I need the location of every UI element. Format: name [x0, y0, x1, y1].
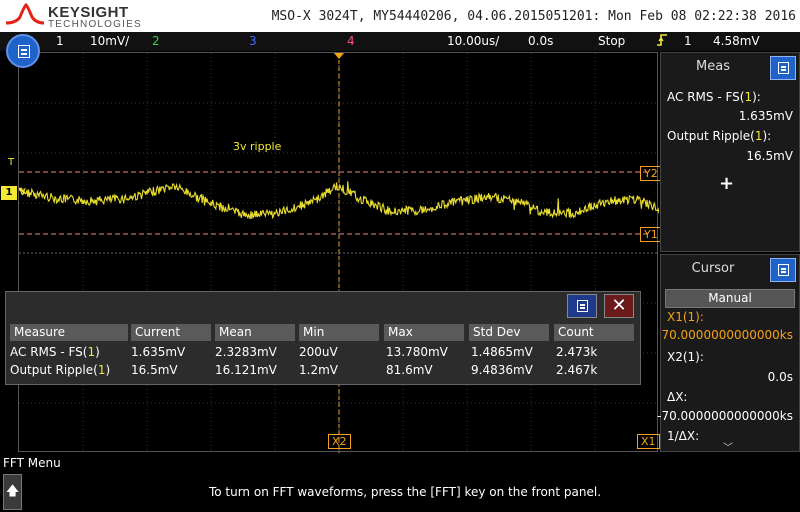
cursor-x2-label[interactable]: X2(1): [667, 350, 704, 364]
row-2-mean: 16.121mV [215, 363, 277, 377]
row-2-max: 81.6mV [386, 363, 433, 377]
waveform-plot[interactable] [19, 53, 659, 453]
channel-1-scale[interactable]: 10mV/ [90, 34, 129, 48]
cursor-delta-x-value: -70.0000000000000ks [657, 409, 793, 423]
meas-item-2-value: 16.5mV [746, 149, 793, 163]
meas-item-1-label[interactable]: AC RMS - FS(1): [667, 90, 761, 104]
fft-menu-title: FFT Menu [3, 456, 61, 470]
waveform-display[interactable] [18, 52, 659, 453]
cursor-x2-value: 0.0s [767, 370, 793, 384]
row-2-stddev: 9.4836mV [471, 363, 533, 377]
row-1-measure: AC RMS - FS(1) [10, 345, 100, 359]
add-measurement-button[interactable]: + [719, 173, 734, 194]
cursor-x1-marker[interactable]: X1 [637, 434, 660, 449]
cursor-y2-marker[interactable]: Y2 [640, 166, 662, 181]
trigger-level-marker[interactable]: T [8, 157, 14, 168]
title-bar: KEYSIGHT TECHNOLOGIES MSO-X 3024T, MY544… [0, 0, 800, 32]
cursor-delta-x-label: ΔX: [667, 390, 688, 404]
menu-icon [18, 45, 30, 58]
waveform-annotation[interactable]: 3v ripple [233, 140, 281, 153]
col-header-measure: Measure [10, 324, 128, 341]
meas-panel-menu-button[interactable] [770, 56, 796, 80]
trigger-source[interactable]: 1 [684, 34, 692, 48]
channel-2-number[interactable]: 2 [152, 34, 160, 48]
table-close-button[interactable]: ✕ [604, 294, 634, 318]
col-header-mean: Mean [215, 324, 295, 341]
cursor-x1-value: 70.0000000000000ks [661, 328, 793, 342]
meas-item-1-value: 1.635mV [738, 109, 793, 123]
row-2-min: 1.2mV [299, 363, 338, 377]
cursor-panel-menu-button[interactable] [770, 258, 796, 282]
trigger-rising-edge-icon [656, 32, 668, 51]
channel-1-arrow-marker: V [19, 187, 26, 198]
menu-icon [577, 300, 588, 312]
channel-4-number[interactable]: 4 [347, 34, 355, 48]
cursor-panel: Cursor Manual X1(1): 70.0000000000000ks … [657, 254, 800, 454]
status-bar: 1 10mV/ 2 3 4 10.00us/ 0.0s Stop 1 4.58m… [0, 32, 800, 51]
cursor-mode-button[interactable]: Manual [665, 289, 795, 308]
menu-icon [778, 264, 789, 276]
row-1-min: 200uV [299, 345, 338, 359]
keysight-wave-icon [6, 3, 44, 25]
main-menu-button[interactable] [6, 34, 40, 68]
fft-instruction-message: To turn on FFT waveforms, press the [FFT… [208, 485, 602, 499]
row-1-mean: 2.3283mV [215, 345, 277, 359]
softkey-bar: FFT Menu 🡅 To turn on FFT waveforms, pre… [0, 455, 800, 512]
meas-item-2-label[interactable]: Output Ripple(1): [667, 129, 771, 143]
scroll-down-icon[interactable]: ﹀ [723, 439, 733, 454]
cursor-panel-title: Cursor [691, 261, 735, 276]
row-2-measure: Output Ripple(1) [10, 363, 111, 377]
row-1-count: 2.473k [556, 345, 598, 359]
timebase-scale[interactable]: 10.00us/ [447, 34, 499, 48]
run-state[interactable]: Stop [598, 34, 625, 48]
cursor-x2-marker[interactable]: X2 [328, 434, 351, 449]
cursor-x1-label[interactable]: X1(1): [667, 310, 704, 324]
row-1-max: 13.780mV [386, 345, 448, 359]
meas-panel-title: Meas [696, 59, 730, 74]
trigger-position-marker [334, 53, 344, 59]
cursor-y1-marker[interactable]: Y1 [640, 227, 662, 242]
instrument-info: MSO-X 3024T, MY54440206, 04.06.201505120… [271, 9, 796, 24]
table-menu-button[interactable] [567, 294, 597, 318]
timebase-delay[interactable]: 0.0s [528, 34, 553, 48]
channel-3-number[interactable]: 3 [249, 34, 257, 48]
row-1-stddev: 1.4865mV [471, 345, 533, 359]
row-2-current: 16.5mV [131, 363, 178, 377]
col-header-stddev: Std Dev [469, 324, 549, 341]
cursor-inverse-delta-x-label: 1/ΔX: [667, 429, 700, 443]
row-2-count: 2.467k [556, 363, 598, 377]
col-header-min: Min [299, 324, 379, 341]
channel-1-ground-marker[interactable]: 1 [1, 186, 17, 200]
measurements-panel: Meas AC RMS - FS(1): 1.635mV Output Ripp… [660, 52, 800, 252]
menu-icon [778, 62, 789, 74]
col-header-count: Count [554, 324, 634, 341]
trigger-level[interactable]: 4.58mV [713, 34, 760, 48]
brand-subtitle: TECHNOLOGIES [48, 19, 142, 30]
col-header-current: Current [131, 324, 211, 341]
col-header-max: Max [384, 324, 464, 341]
measurement-statistics-table: ✕ Measure Current Mean Min Max Std Dev C… [5, 291, 641, 385]
channel-1-number[interactable]: 1 [56, 34, 64, 48]
row-1-current: 1.635mV [131, 345, 186, 359]
